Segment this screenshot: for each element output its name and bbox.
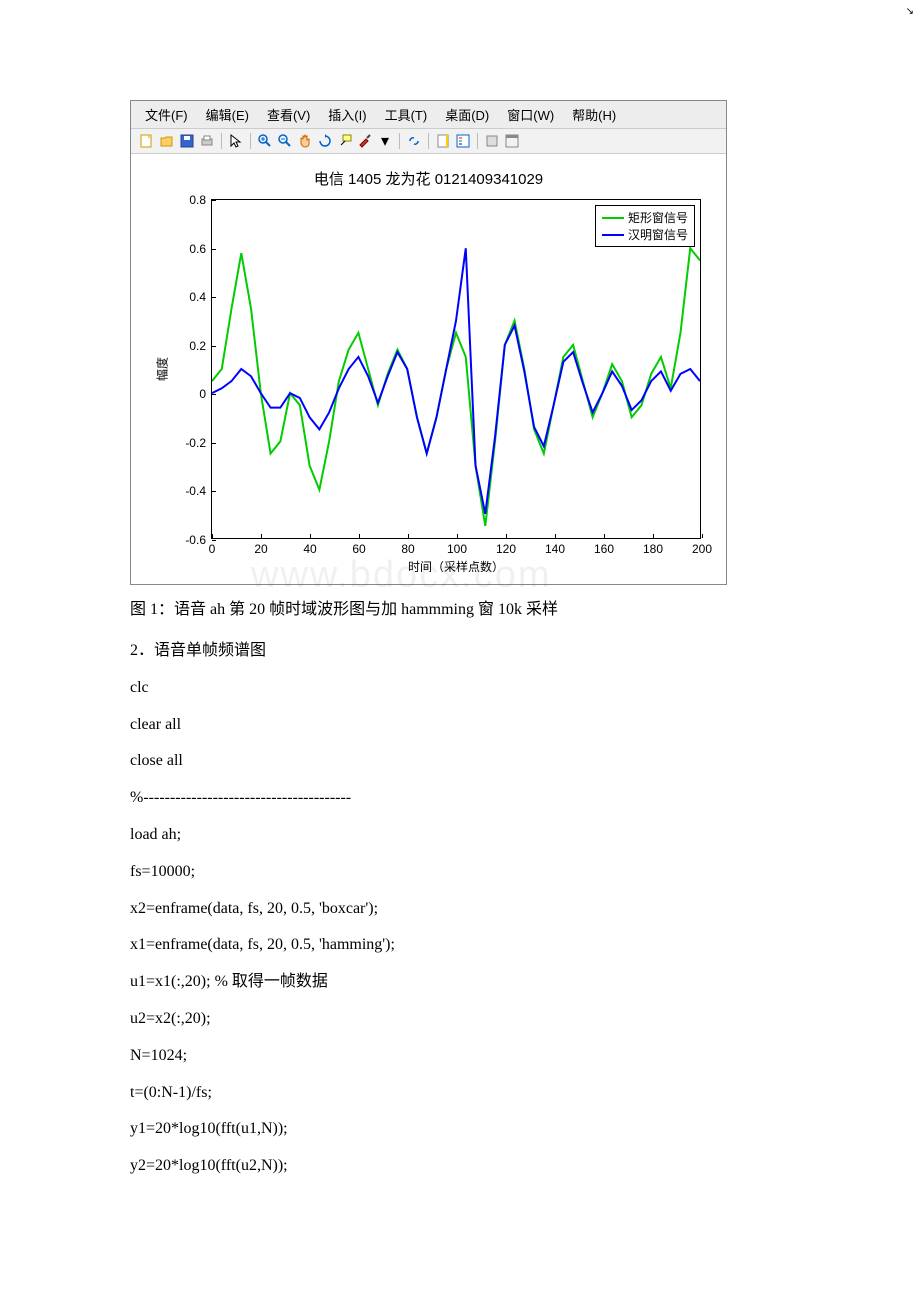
save-icon[interactable] xyxy=(179,133,195,149)
code-line: close all xyxy=(130,743,790,780)
x-tick-label: 20 xyxy=(254,542,267,556)
code-line: u2=x2(:,20); xyxy=(130,1001,790,1038)
legend-item-rect: 矩形窗信号 xyxy=(602,209,688,226)
separator xyxy=(221,133,222,149)
legend-color-green xyxy=(602,217,624,219)
y-axis-label: 幅度 xyxy=(154,357,171,381)
x-tick-label: 160 xyxy=(594,542,614,556)
zoom-in-icon[interactable] xyxy=(257,133,273,149)
y-tick-label: 0.4 xyxy=(172,290,206,304)
hide-icon[interactable] xyxy=(484,133,500,149)
matlab-figure-window: ↘ 文件(F) 编辑(E) 查看(V) 插入(I) 工具(T) 桌面(D) 窗口… xyxy=(130,100,727,585)
separator xyxy=(428,133,429,149)
code-line: fs=10000; xyxy=(130,854,790,891)
legend-item-hamming: 汉明窗信号 xyxy=(602,226,688,243)
code-line: x1=enframe(data, fs, 20, 0.5, 'hamming')… xyxy=(130,927,790,964)
dropdown-icon[interactable]: ▾ xyxy=(377,133,393,149)
x-tick-label: 0 xyxy=(209,542,216,556)
y-tick-label: -0.4 xyxy=(172,484,206,498)
x-tick-label: 180 xyxy=(643,542,663,556)
toolbar: ▾ xyxy=(131,128,726,154)
x-axis-label: 时间（采样点数） xyxy=(408,558,504,572)
separator xyxy=(477,133,478,149)
menu-insert[interactable]: 插入(I) xyxy=(328,105,366,124)
y-tick-label: 0 xyxy=(172,387,206,401)
rotate-icon[interactable] xyxy=(317,133,333,149)
brush-icon[interactable] xyxy=(357,133,373,149)
separator xyxy=(399,133,400,149)
link-icon[interactable] xyxy=(406,133,422,149)
zoom-out-icon[interactable] xyxy=(277,133,293,149)
menubar: 文件(F) 编辑(E) 查看(V) 插入(I) 工具(T) 桌面(D) 窗口(W… xyxy=(131,101,726,128)
menu-desktop[interactable]: 桌面(D) xyxy=(445,105,489,124)
colorbar-icon[interactable] xyxy=(435,133,451,149)
x-tick-label: 80 xyxy=(401,542,414,556)
menu-window[interactable]: 窗口(W) xyxy=(507,105,554,124)
x-tick-label: 200 xyxy=(692,542,712,556)
datatip-icon[interactable] xyxy=(337,133,353,149)
pan-icon[interactable] xyxy=(297,133,313,149)
code-line: u1=x1(:,20); % 取得一帧数据 xyxy=(130,964,790,1001)
chart-title: 电信 1405 龙为花 0121409341029 xyxy=(131,168,726,189)
x-tick-label: 60 xyxy=(352,542,365,556)
open-icon[interactable] xyxy=(159,133,175,149)
x-tick-label: 40 xyxy=(303,542,316,556)
separator xyxy=(250,133,251,149)
watermark: www.bdocx.com xyxy=(251,554,552,597)
chart-curves xyxy=(212,200,700,538)
pointer-icon[interactable] xyxy=(228,133,244,149)
code-line: N=1024; xyxy=(130,1038,790,1075)
code-line: y2=20*log10(fft(u2,N)); xyxy=(130,1148,790,1185)
code-line: t=(0:N-1)/fs; xyxy=(130,1075,790,1112)
figure-caption: 图 1：语音 ah 第 20 帧时域波形图与加 hammming 窗 10k 采… xyxy=(130,595,790,619)
menu-tools[interactable]: 工具(T) xyxy=(385,105,428,124)
y-tick-label: 0.8 xyxy=(172,193,206,207)
code-line: clear all xyxy=(130,707,790,744)
code-line: clc xyxy=(130,670,790,707)
code-line: x2=enframe(data, fs, 20, 0.5, 'boxcar'); xyxy=(130,891,790,928)
y-tick-label: -0.2 xyxy=(172,436,206,450)
x-tick-label: 140 xyxy=(545,542,565,556)
dock-icon[interactable] xyxy=(504,133,520,149)
menu-edit[interactable]: 编辑(E) xyxy=(206,105,249,124)
menu-help[interactable]: 帮助(H) xyxy=(572,105,616,124)
axes: 矩形窗信号 汉明窗信号 幅度 时间（采样点数） -0.6-0.4-0.200.2… xyxy=(211,199,701,539)
code-line: y1=20*log10(fft(u1,N)); xyxy=(130,1111,790,1148)
legend-label-1: 汉明窗信号 xyxy=(628,226,688,243)
code-line: %--------------------------------------- xyxy=(130,780,790,817)
y-tick-label: 0.2 xyxy=(172,339,206,353)
y-tick-label: 0.6 xyxy=(172,242,206,256)
legend-color-blue xyxy=(602,234,624,236)
code-line: load ah; xyxy=(130,817,790,854)
new-icon[interactable] xyxy=(139,133,155,149)
window-corner-icon: ↘ xyxy=(906,6,914,17)
legend-icon[interactable] xyxy=(455,133,471,149)
legend-label-0: 矩形窗信号 xyxy=(628,209,688,226)
print-icon[interactable] xyxy=(199,133,215,149)
menu-file[interactable]: 文件(F) xyxy=(145,105,188,124)
section-heading: 2．语音单帧频谱图 xyxy=(130,633,790,670)
legend: 矩形窗信号 汉明窗信号 xyxy=(595,205,695,247)
x-tick-label: 120 xyxy=(496,542,516,556)
plot-area: 电信 1405 龙为花 0121409341029 矩形窗信号 汉明窗信号 xyxy=(131,154,726,584)
menu-view[interactable]: 查看(V) xyxy=(267,105,310,124)
x-tick-label: 100 xyxy=(447,542,467,556)
y-tick-label: -0.6 xyxy=(172,533,206,547)
